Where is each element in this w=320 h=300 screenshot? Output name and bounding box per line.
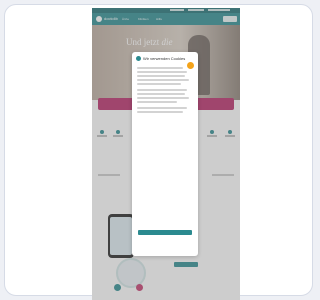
accept-button[interactable] [138, 230, 192, 235]
badge-icon [187, 62, 194, 69]
dialog-title: Wir verwenden Cookies [143, 56, 186, 61]
logo-icon [136, 56, 141, 61]
cookie-consent-dialog: Wir verwenden Cookies [132, 52, 198, 256]
